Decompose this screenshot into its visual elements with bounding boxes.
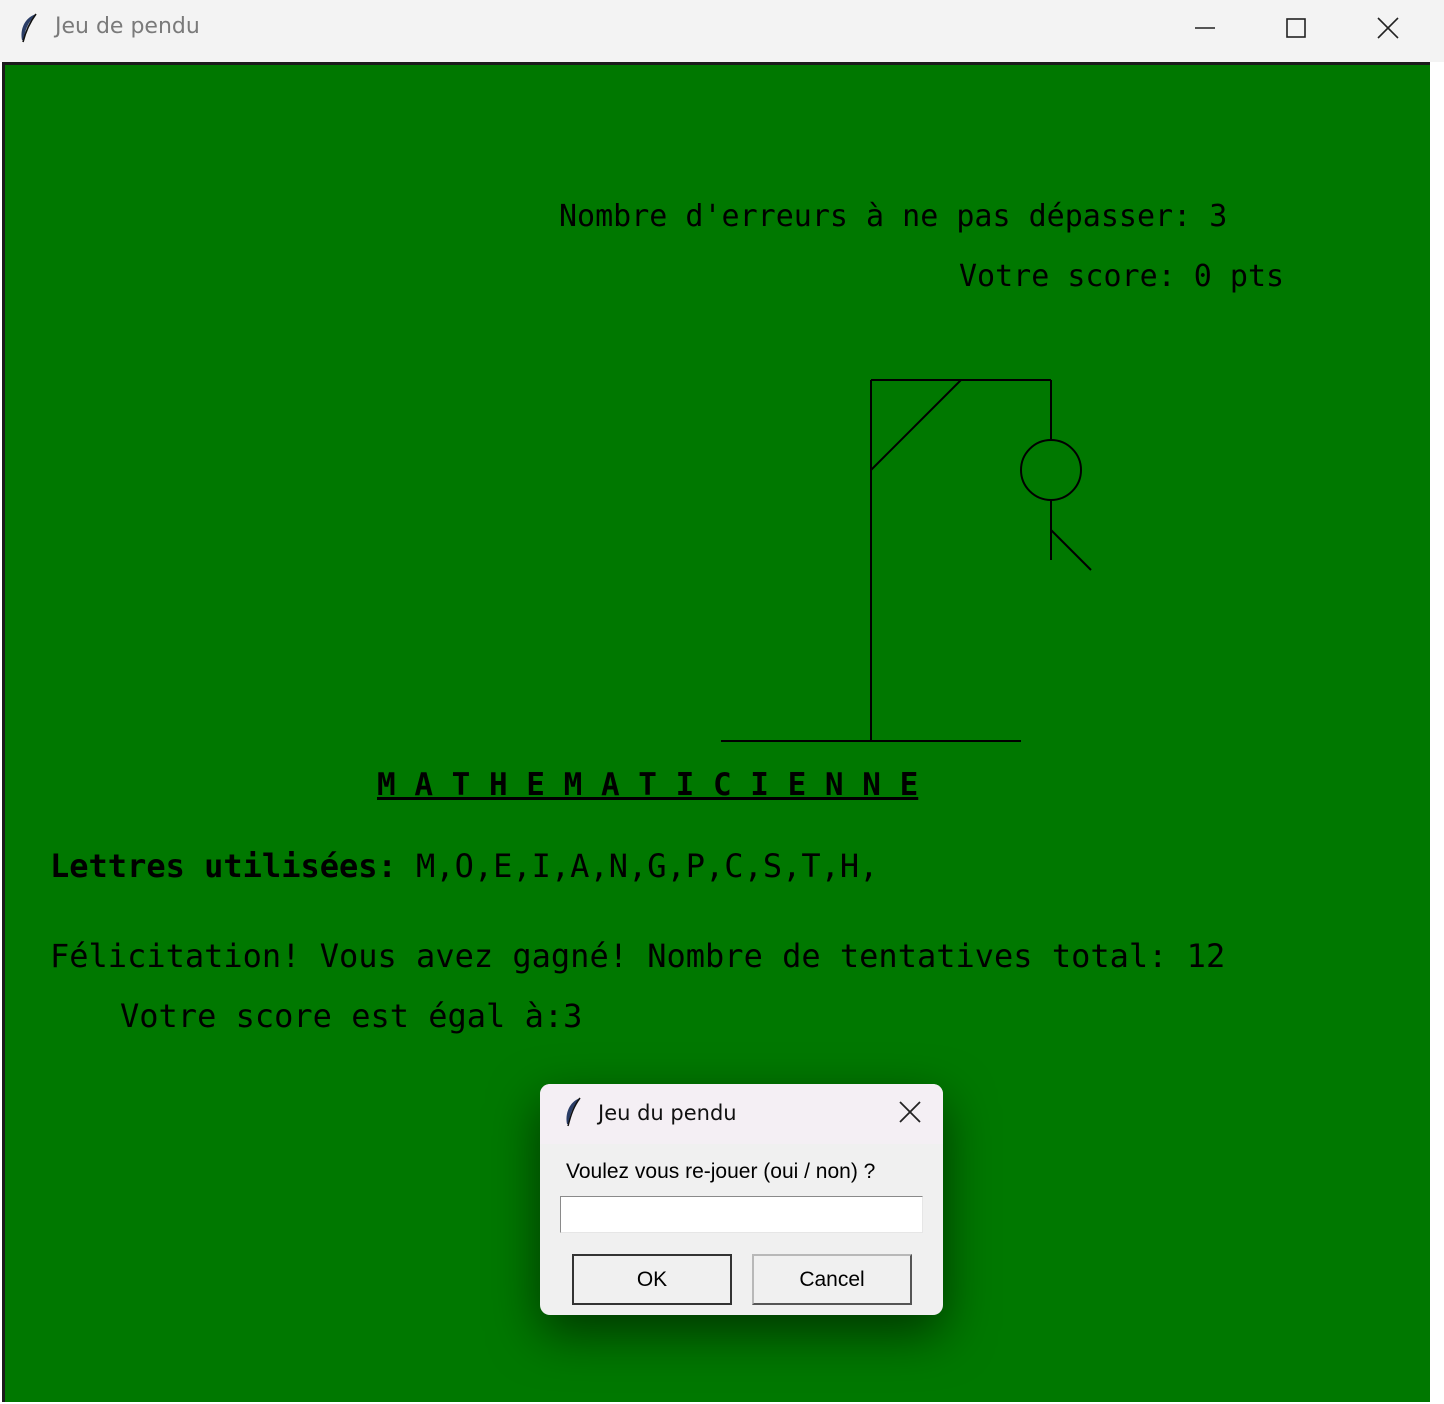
replay-dialog: Jeu du pendu Voulez vous re-jouer (oui /… [540, 1084, 943, 1315]
dialog-close-button[interactable] [896, 1098, 924, 1126]
dialog-title: Jeu du pendu [598, 1101, 737, 1125]
window-titlebar: Jeu de pendu [0, 0, 1444, 62]
win-message: Félicitation! Vous avez gagné! Nombre de… [50, 937, 1226, 975]
minimize-button[interactable] [1182, 8, 1228, 48]
maximize-button[interactable] [1273, 8, 1319, 48]
used-letters-label: Lettres utilisées: [50, 847, 417, 885]
close-icon [1377, 17, 1399, 39]
hangman-arm [1050, 529, 1092, 571]
cancel-button[interactable]: Cancel [752, 1254, 912, 1305]
tk-feather-icon [566, 1097, 581, 1127]
dialog-titlebar: Jeu du pendu [540, 1084, 943, 1144]
final-score-text: Votre score est égal à:3 [120, 997, 583, 1035]
replay-answer-input[interactable] [560, 1196, 923, 1233]
gallows-brace [870, 379, 962, 471]
window-title: Jeu de pendu [55, 14, 200, 39]
used-letters-value: M,O,E,I,A,N,G,P,C,S,T,H, [416, 847, 879, 885]
dialog-prompt: Voulez vous re-jouer (oui / non) ? [566, 1160, 876, 1183]
used-letters-line: Lettres utilisées: M,O,E,I,A,N,G,P,C,S,T… [50, 847, 878, 885]
minimize-icon [1195, 27, 1215, 29]
ok-button[interactable]: OK [572, 1254, 732, 1305]
maximize-icon [1286, 18, 1306, 38]
close-button[interactable] [1365, 8, 1411, 48]
hangman-head [1020, 439, 1082, 501]
word-display: M A T H E M A T I C I E N N E [377, 767, 919, 803]
tk-feather-icon [21, 13, 37, 43]
